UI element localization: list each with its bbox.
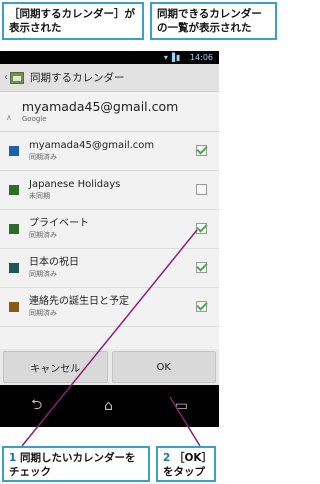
chevron-left-icon[interactable]: ‹: [4, 72, 8, 83]
account-email: myamada45@gmail.com: [21, 99, 179, 114]
callout-text: 同期できるカレンダーの一覧が表示された: [157, 8, 262, 34]
calendar-list: myamada45@gmail.com 同期済み Japanese Holida…: [0, 132, 219, 327]
calendar-name: 日本の祝日: [29, 257, 79, 268]
account-provider: Google: [21, 115, 47, 123]
sync-checkbox[interactable]: [196, 262, 207, 273]
sync-checkbox[interactable]: [196, 223, 207, 234]
status-icons: ▾▐▮: [163, 53, 182, 62]
chevron-up-icon: ∧: [6, 113, 12, 122]
calendar-row[interactable]: 日本の祝日 同期済み: [0, 249, 219, 288]
back-icon[interactable]: ⮌: [31, 394, 42, 418]
dialog-buttons: キャンセル OK: [0, 349, 219, 385]
recent-apps-icon[interactable]: ▭: [175, 398, 188, 414]
callout-step1: 1 同期したいカレンダーをチェック: [2, 446, 150, 482]
calendar-color-swatch: [9, 224, 19, 234]
calendar-sync-status: 同期済み: [29, 153, 57, 161]
calendar-sync-status: 同期済み: [29, 309, 57, 317]
calendar-name: myamada45@gmail.com: [29, 140, 155, 151]
step-number: 2: [163, 452, 171, 464]
phone-screen: ▾▐▮ 14:06 ‹ 同期するカレンダー ∧ myamada45@gmail.…: [0, 51, 219, 427]
calendar-sync-status: 同期済み: [29, 231, 57, 239]
calendar-row[interactable]: プライベート 同期済み: [0, 210, 219, 249]
cancel-button[interactable]: キャンセル: [3, 351, 108, 383]
sync-checkbox[interactable]: [196, 145, 207, 156]
action-bar[interactable]: ‹ 同期するカレンダー: [0, 64, 219, 92]
calendar-color-swatch: [9, 146, 19, 156]
callout-sync-calendars-shown: ［同期するカレンダー］が表示された: [2, 2, 144, 40]
calendar-color-swatch: [9, 185, 19, 195]
account-header[interactable]: ∧ myamada45@gmail.com Google: [0, 92, 219, 132]
page-title: 同期するカレンダー: [30, 72, 125, 84]
callout-calendar-list-shown: 同期できるカレンダーの一覧が表示された: [150, 2, 277, 40]
ok-button[interactable]: OK: [111, 351, 216, 383]
sync-checkbox[interactable]: [196, 184, 207, 195]
calendar-name: プライベート: [29, 218, 89, 229]
calendar-sync-status: 同期済み: [29, 270, 57, 278]
callout-text: 同期したいカレンダーをチェック: [9, 452, 136, 478]
calendar-row[interactable]: Japanese Holidays 未同期: [0, 171, 219, 210]
calendar-icon: [10, 71, 24, 84]
sync-checkbox[interactable]: [196, 301, 207, 312]
step-number: 1: [9, 452, 17, 464]
status-time: 14:06: [189, 53, 213, 62]
callout-step2: 2 ［OK］をタップ: [156, 446, 216, 482]
calendar-row[interactable]: myamada45@gmail.com 同期済み: [0, 132, 219, 171]
status-bar: ▾▐▮ 14:06: [0, 51, 219, 64]
calendar-name: Japanese Holidays: [29, 179, 121, 190]
home-icon[interactable]: ⌂: [104, 398, 113, 414]
calendar-row[interactable]: 連絡先の誕生日と予定 同期済み: [0, 288, 219, 327]
calendar-color-swatch: [9, 302, 19, 312]
navigation-bar: ⮌ ⌂ ▭: [0, 385, 219, 427]
calendar-color-swatch: [9, 263, 19, 273]
calendar-sync-status: 未同期: [29, 192, 50, 200]
callout-text: ［OK］をタップ: [163, 452, 207, 478]
callout-text: ［同期するカレンダー］が表示された: [9, 8, 135, 34]
calendar-name: 連絡先の誕生日と予定: [29, 296, 129, 307]
